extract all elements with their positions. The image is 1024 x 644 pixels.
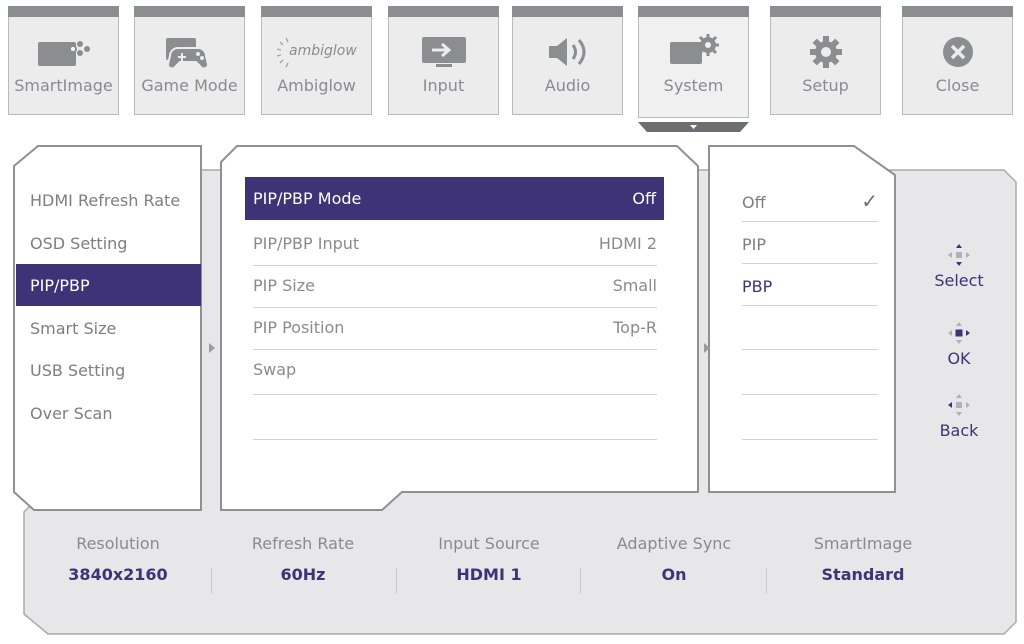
row-label: Swap [253,360,297,379]
option-off[interactable]: Off ✓ [742,180,878,222]
dpad-center-icon [948,322,970,344]
nav-ok: OK [930,321,988,368]
dpad-left-icon [948,394,970,416]
dpad-updown-icon [948,244,970,266]
option-empty [742,395,878,440]
status-label: Input Source [438,534,540,553]
status-divider [580,568,581,594]
row-label: PIP Position [253,318,345,337]
option-pip[interactable]: PIP [742,222,878,264]
left-item-osd-setting[interactable]: OSD Setting [30,234,127,253]
nav-select: Select [930,243,988,290]
left-item-over-scan[interactable]: Over Scan [30,404,112,423]
option-empty [742,350,878,395]
left-item-usb-setting[interactable]: USB Setting [30,361,125,380]
middle-row-pip-position[interactable]: PIP Position Top-R [253,308,657,350]
status-label: Adaptive Sync [616,534,732,553]
row-value: Off [632,189,656,208]
row-value: Small [612,276,657,295]
left-item-pip-pbp[interactable]: PIP/PBP [30,276,90,295]
middle-row-pip-size[interactable]: PIP Size Small [253,266,657,308]
option-empty [742,306,878,350]
status-label: Resolution [76,534,160,553]
middle-row-empty [253,395,657,440]
status-value: 3840x2160 [68,565,168,584]
status-adaptive-sync: Adaptive Sync On [589,534,759,584]
status-divider [211,568,212,594]
status-divider [396,568,397,594]
left-item-hdmi-refresh-rate[interactable]: HDMI Refresh Rate [30,191,180,210]
middle-row-pip-pbp-mode[interactable]: PIP/PBP Mode Off [245,177,664,220]
status-value: Standard [821,565,905,584]
option-label: PIP [742,235,767,254]
status-label: Refresh Rate [251,534,355,553]
status-label: SmartImage [813,534,913,553]
row-label: PIP/PBP Mode [253,189,362,208]
status-value: HDMI 1 [456,565,522,584]
status-input-source: Input Source HDMI 1 [404,534,574,584]
option-label: PBP [742,277,773,296]
option-label: Off [742,193,766,212]
row-value: HDMI 2 [598,234,657,253]
middle-row-swap[interactable]: Swap [253,350,657,395]
row-label: PIP/PBP Input [253,234,360,253]
check-icon: ✓ [861,189,878,213]
left-item-smart-size[interactable]: Smart Size [30,319,116,338]
middle-row-pip-pbp-input[interactable]: PIP/PBP Input HDMI 2 [253,224,657,266]
row-label: PIP Size [253,276,315,295]
status-value: 60Hz [280,565,326,584]
nav-back: Back [930,393,988,440]
option-pbp[interactable]: PBP [742,264,878,306]
status-refresh-rate: Refresh Rate 60Hz [218,534,388,584]
nav-label: Select [934,271,984,290]
status-divider [766,568,767,594]
status-resolution: Resolution 3840x2160 [33,534,203,584]
row-value: Top-R [613,318,657,337]
nav-label: Back [939,421,979,440]
status-smartimage: SmartImage Standard [778,534,948,584]
status-value: On [661,565,687,584]
nav-label: OK [947,349,971,368]
